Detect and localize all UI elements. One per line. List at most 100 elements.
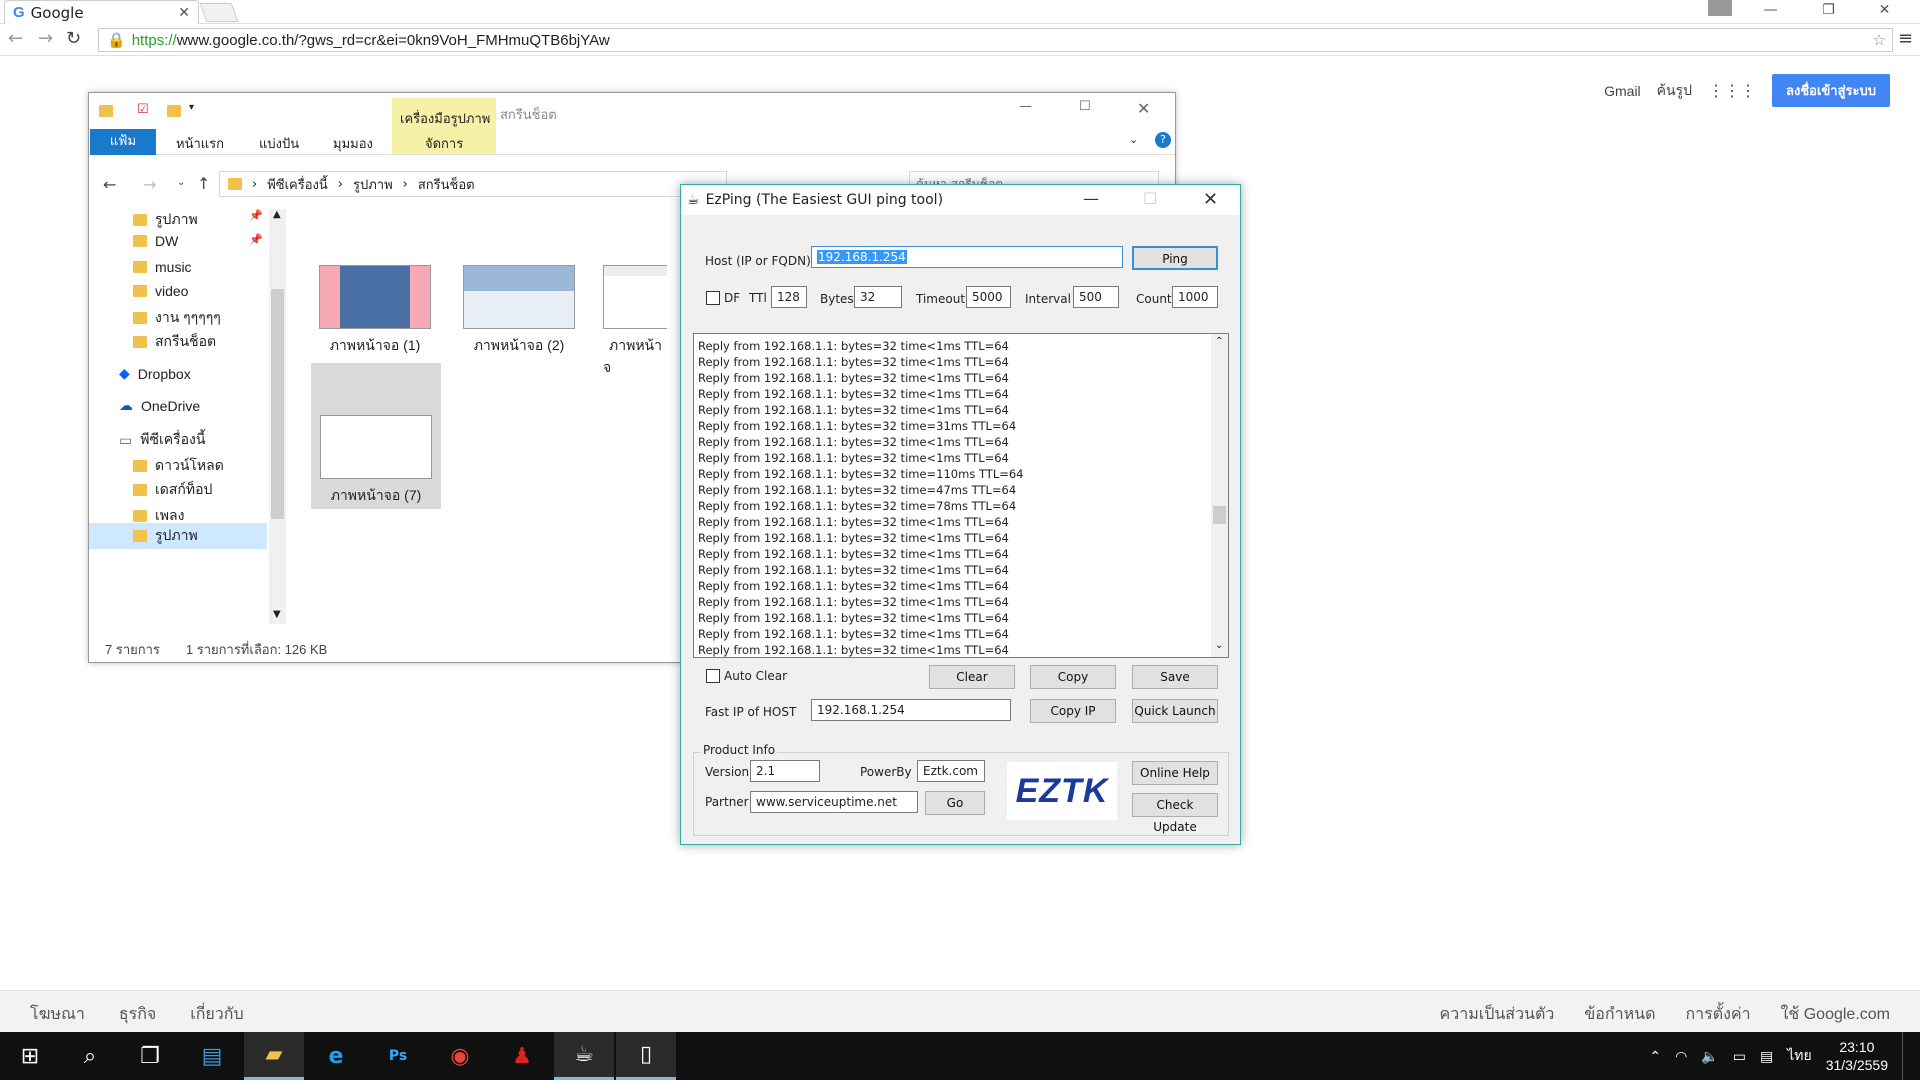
file-thumbnail[interactable]: ภาพหน้าจอ (1) [315, 265, 435, 357]
online-help-button[interactable]: Online Help [1132, 761, 1218, 785]
tab-file[interactable]: แฟ้ม [90, 129, 156, 155]
star-icon[interactable]: ☆ [1873, 31, 1886, 49]
footer-privacy-link[interactable]: ความเป็นส่วนตัว [1440, 1002, 1555, 1027]
start-windows-icon[interactable]: ⊞ [0, 1032, 60, 1080]
explorer-close-icon[interactable]: ✕ [1137, 99, 1150, 118]
ezping-taskbar-icon[interactable]: ☕ [554, 1032, 614, 1080]
nav-item-work[interactable]: งาน ๆๆๆๆๆ [133, 307, 221, 329]
footer-business-link[interactable]: ธุรกิจ [119, 1002, 156, 1027]
battery-icon[interactable]: ▭ [1733, 1048, 1746, 1065]
log-scrollbar[interactable]: ⌃ ⌄ [1211, 334, 1228, 657]
nav-item-music[interactable]: music [133, 259, 192, 275]
save-button[interactable]: Save [1132, 665, 1218, 689]
sign-in-button[interactable]: ลงชื่อเข้าสู่ระบบ [1772, 74, 1890, 107]
tab-manage[interactable]: จัดการ [425, 133, 463, 154]
footer-advertising-link[interactable]: โฆษณา [30, 1002, 85, 1027]
photoshop-icon[interactable]: Ps [368, 1032, 428, 1080]
tab-close-icon[interactable]: ✕ [178, 5, 190, 21]
auto-clear-checkbox[interactable] [706, 669, 720, 683]
volume-icon[interactable]: 🔈 [1701, 1048, 1718, 1065]
file-thumbnail-selected[interactable]: ภาพหน้าจอ (7) [311, 363, 441, 509]
footer-settings-link[interactable]: การตั้งค่า [1685, 1002, 1750, 1027]
images-link[interactable]: ค้นรูป [1657, 80, 1692, 102]
explorer-minimize-icon[interactable]: — [1019, 99, 1032, 114]
navigation-scrollbar[interactable]: ▲ ▼ [269, 209, 286, 624]
document-taskbar-icon[interactable]: ▯ [616, 1032, 676, 1080]
explorer-maximize-icon[interactable]: ☐ [1079, 99, 1091, 114]
properties-icon[interactable]: ☑ [137, 102, 149, 117]
go-button[interactable]: Go [925, 791, 985, 815]
quick-access-dropdown-icon[interactable]: ▾ [189, 102, 194, 113]
help-icon[interactable]: ? [1155, 132, 1171, 148]
tab-home[interactable]: หน้าแรก [176, 133, 224, 154]
profile-icon[interactable] [1708, 0, 1732, 16]
search-icon[interactable]: ⌕ [60, 1032, 120, 1080]
footer-about-link[interactable]: เกี่ยวกับ [190, 1002, 243, 1027]
contacts-app-icon[interactable]: ▤ [182, 1032, 242, 1080]
tab-view[interactable]: มุมมอง [333, 133, 373, 154]
ttl-input[interactable]: 128 [771, 286, 807, 308]
menu-icon[interactable]: ≡ [1898, 28, 1913, 49]
new-folder-icon[interactable] [167, 105, 181, 117]
ezping-close-icon[interactable]: ✕ [1203, 189, 1218, 210]
file-thumbnail[interactable]: ภาพหน้าจอ (2) [459, 265, 579, 357]
pin-icon[interactable]: 📌 [249, 209, 263, 222]
close-icon[interactable]: ✕ [1862, 0, 1907, 22]
nav-item-pictures-pc[interactable]: รูปภาพ [89, 523, 267, 549]
footer-terms-link[interactable]: ข้อกำหนด [1584, 1002, 1655, 1027]
file-explorer-taskbar-icon[interactable]: ▰ [244, 1032, 304, 1080]
nav-item-screenshots[interactable]: สกรีนช็อต [133, 331, 216, 353]
apps-grid-icon[interactable]: ⋮⋮⋮ [1708, 81, 1756, 101]
nav-item-downloads[interactable]: ดาวน์โหลด [133, 455, 224, 477]
nav-item-dw[interactable]: DW [133, 233, 178, 249]
app-icon[interactable]: ♟ [492, 1032, 552, 1080]
footer-google-com-link[interactable]: ใช้ Google.com [1781, 1002, 1890, 1027]
check-update-button[interactable]: Check Update [1132, 793, 1218, 834]
interval-input[interactable]: 500 [1073, 286, 1119, 308]
task-view-icon[interactable]: ❐ [120, 1032, 180, 1080]
bytes-input[interactable]: 32 [854, 286, 902, 308]
url-bar[interactable]: 🔒 https:// www.google.co.th/?gws_rd=cr&e… [98, 28, 1893, 52]
browser-tab[interactable]: G Google ✕ [4, 0, 199, 24]
minimize-icon[interactable]: — [1748, 0, 1793, 22]
copy-ip-button[interactable]: Copy IP [1030, 699, 1116, 723]
quick-launch-button[interactable]: Quick Launch [1132, 699, 1218, 723]
internet-explorer-icon[interactable]: e [306, 1032, 366, 1080]
explorer-back-icon[interactable]: ← [103, 175, 116, 194]
file-thumbnail[interactable]: ภาพหน้าจ [603, 265, 667, 379]
show-desktop-button[interactable] [1902, 1032, 1908, 1080]
scroll-up-icon[interactable]: ⌃ [1215, 336, 1223, 347]
breadcrumb[interactable]: › พีซีเครื่องนี้ › รูปภาพ › สกรีนช็อต [219, 171, 727, 197]
nav-item-dropbox[interactable]: ◆ Dropbox [119, 365, 191, 382]
log-scrollbar-thumb[interactable] [1213, 506, 1226, 524]
new-tab-button[interactable] [199, 3, 239, 22]
scrollbar-thumb[interactable] [271, 289, 284, 519]
clear-button[interactable]: Clear [929, 665, 1015, 689]
nav-item-this-pc[interactable]: ▭ พีซีเครื่องนี้ [119, 429, 205, 451]
gmail-link[interactable]: Gmail [1604, 83, 1641, 99]
show-hidden-icons-icon[interactable]: ⌃ [1649, 1048, 1661, 1065]
reload-icon[interactable]: ↻ [66, 28, 81, 49]
nav-item-video[interactable]: video [133, 283, 188, 299]
nav-item-pictures[interactable]: รูปภาพ [133, 209, 198, 231]
ribbon-expand-icon[interactable]: ⌄ [1129, 133, 1138, 146]
timeout-input[interactable]: 5000 [966, 286, 1011, 308]
scroll-down-icon[interactable]: ⌄ [1215, 640, 1223, 651]
ezping-minimize-icon[interactable]: — [1083, 189, 1099, 208]
forward-icon[interactable]: → [38, 28, 53, 49]
nav-item-desktop[interactable]: เดสก์ท็อป [133, 479, 212, 501]
back-icon[interactable]: ← [8, 28, 23, 49]
scroll-up-icon[interactable]: ▲ [273, 209, 281, 220]
up-icon[interactable]: ↑ [197, 174, 210, 193]
ping-button[interactable]: Ping [1132, 246, 1218, 270]
df-checkbox[interactable] [706, 291, 720, 305]
copy-button[interactable]: Copy [1030, 665, 1116, 689]
notifications-icon[interactable]: ▤ [1760, 1048, 1773, 1065]
explorer-forward-icon[interactable]: → [143, 175, 156, 194]
breadcrumb-screenshots[interactable]: สกรีนช็อต [418, 174, 475, 195]
nav-item-onedrive[interactable]: ☁ OneDrive [119, 397, 200, 414]
tab-share[interactable]: แบ่งปัน [259, 133, 299, 154]
scroll-down-icon[interactable]: ▼ [273, 609, 281, 620]
fast-ip-input[interactable]: 192.168.1.254 [811, 699, 1011, 721]
restore-icon[interactable]: ❐ [1806, 0, 1851, 22]
